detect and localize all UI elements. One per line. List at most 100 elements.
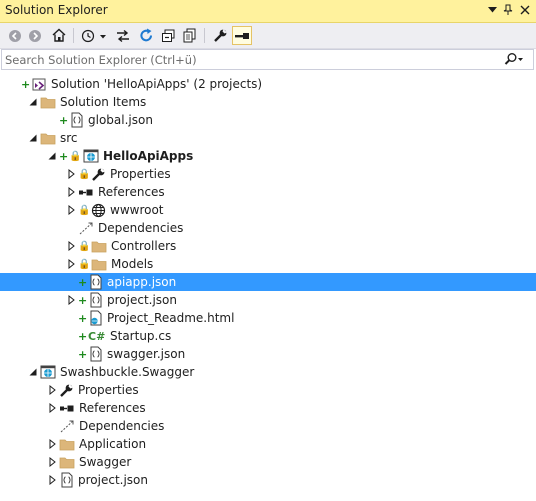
tree-item-label: Project_Readme.html	[107, 311, 235, 325]
search-box[interactable]	[1, 49, 534, 70]
tree-item[interactable]: Solution Items	[0, 93, 536, 111]
tree-item[interactable]: + C# Startup.cs	[0, 327, 536, 345]
back-icon[interactable]	[5, 26, 25, 45]
tree-item[interactable]: Swagger	[0, 453, 536, 471]
collapse-arrow-icon[interactable]	[27, 95, 39, 109]
expand-arrow-icon[interactable]	[46, 455, 58, 469]
tree-item-icon-group: 🔒	[78, 256, 107, 272]
properties-wrench-icon[interactable]	[210, 26, 230, 45]
search-input[interactable]	[5, 51, 485, 68]
window-menu-dropdown-icon[interactable]	[484, 2, 500, 18]
tree-item-label: Properties	[78, 383, 139, 397]
tree-item-icon-group: +	[78, 274, 103, 290]
expand-arrow-icon[interactable]	[65, 167, 77, 181]
tree-item[interactable]: + swagger.json	[0, 345, 536, 363]
expand-arrow-icon[interactable]	[46, 383, 58, 397]
tree-item[interactable]: project.json	[0, 471, 536, 489]
folder-icon	[59, 438, 75, 451]
tree-item-icon-group: 🔒	[78, 202, 106, 218]
collapse-arrow-icon[interactable]	[27, 365, 39, 379]
tree-item[interactable]: Swashbuckle.Swagger	[0, 363, 536, 381]
pending-add-icon: +	[78, 275, 88, 289]
tree-item-label: Solution Items	[60, 95, 147, 109]
pending-add-icon: +	[59, 149, 69, 163]
show-all-files-icon[interactable]	[179, 26, 199, 45]
tree-item[interactable]: Application	[0, 435, 536, 453]
expand-arrow-icon[interactable]	[46, 401, 58, 415]
tree-item[interactable]: Properties	[0, 381, 536, 399]
tree-item-label: Swagger	[79, 455, 132, 469]
refresh-icon[interactable]	[136, 26, 156, 45]
solution-icon	[31, 77, 47, 92]
collapse-arrow-icon[interactable]	[27, 131, 39, 145]
tree-item[interactable]: 🔒 Models	[0, 255, 536, 273]
tree-item[interactable]: src	[0, 129, 536, 147]
json-file-icon	[88, 292, 103, 308]
expand-arrow-icon[interactable]	[46, 473, 58, 487]
tree-item-label: Controllers	[111, 239, 177, 253]
collapse-arrow-icon[interactable]	[46, 149, 58, 163]
pending-changes-filter-icon[interactable]	[79, 26, 109, 45]
tree-item[interactable]: + Solution 'HelloApiApps' (2 projects)	[0, 75, 536, 93]
globe-icon	[91, 203, 106, 218]
tree-item[interactable]: + project.json	[0, 291, 536, 309]
wrench-icon	[91, 167, 106, 182]
tree-item-label: Startup.cs	[110, 329, 172, 343]
pending-add-icon: +	[21, 77, 31, 91]
dependencies-icon	[78, 221, 94, 236]
web-project-icon	[40, 364, 56, 380]
json-file-icon	[88, 346, 103, 362]
tree-item-label: project.json	[78, 473, 148, 487]
folder-icon	[59, 456, 75, 469]
json-file-icon	[59, 472, 74, 488]
tree-item-label: HelloApiApps	[103, 149, 194, 163]
references-icon	[59, 403, 75, 413]
json-file-icon	[69, 112, 84, 128]
tree-item[interactable]: Dependencies	[0, 417, 536, 435]
tree-item[interactable]: 🔒 Properties	[0, 165, 536, 183]
tree-item-label: wwwroot	[110, 203, 164, 217]
tree-item[interactable]: Dependencies	[0, 219, 536, 237]
tree-item-icon-group: +	[78, 346, 103, 362]
pin-icon[interactable]	[500, 2, 516, 18]
tree-item-label: Models	[111, 257, 154, 271]
expand-arrow-icon[interactable]	[65, 293, 77, 307]
tree-item-icon-group: +	[59, 112, 84, 128]
tree-item-icon-group	[40, 94, 56, 110]
tree-item-icon-group	[78, 220, 94, 236]
collapse-all-icon[interactable]	[158, 26, 178, 45]
expand-arrow-icon[interactable]	[65, 185, 77, 199]
tree-item[interactable]: + Project_Readme.html	[0, 309, 536, 327]
tree-item[interactable]: References	[0, 399, 536, 417]
tree-item[interactable]: 🔒 Controllers	[0, 237, 536, 255]
home-icon[interactable]	[49, 26, 69, 45]
tree-item-label: global.json	[88, 113, 153, 127]
tree-item-label: Dependencies	[98, 221, 184, 235]
search-icon[interactable]	[503, 52, 525, 67]
tree-item-label: References	[98, 185, 165, 199]
tree-item[interactable]: + 🔒 HelloApiApps	[0, 147, 536, 165]
tree-item-icon-group	[59, 382, 74, 398]
tree-item[interactable]: 🔒 wwwroot	[0, 201, 536, 219]
tree-item[interactable]: References	[0, 183, 536, 201]
preview-selected-items-icon[interactable]	[232, 26, 252, 45]
expand-arrow-icon[interactable]	[65, 257, 77, 271]
sync-with-active-document-icon[interactable]	[113, 26, 133, 45]
toolbar	[0, 23, 536, 49]
tree-item-icon-group	[78, 184, 94, 200]
lock-icon: 🔒	[78, 258, 91, 270]
tree-item-icon-group: 🔒	[78, 166, 106, 182]
tree-item[interactable]: + global.json	[0, 111, 536, 129]
pending-add-icon: +	[78, 347, 88, 361]
expand-arrow-icon[interactable]	[65, 203, 77, 217]
tree-item-icon-group	[59, 472, 74, 488]
tree-item[interactable]: + apiapp.json	[0, 273, 536, 291]
tree-item-label: Dependencies	[79, 419, 165, 433]
json-file-icon	[88, 274, 103, 290]
forward-icon[interactable]	[25, 26, 45, 45]
expand-arrow-icon[interactable]	[46, 437, 58, 451]
tree-item-label: Application	[79, 437, 147, 451]
close-icon[interactable]	[517, 2, 533, 18]
expand-arrow-icon[interactable]	[65, 239, 77, 253]
tree-item-label: Swashbuckle.Swagger	[60, 365, 195, 379]
